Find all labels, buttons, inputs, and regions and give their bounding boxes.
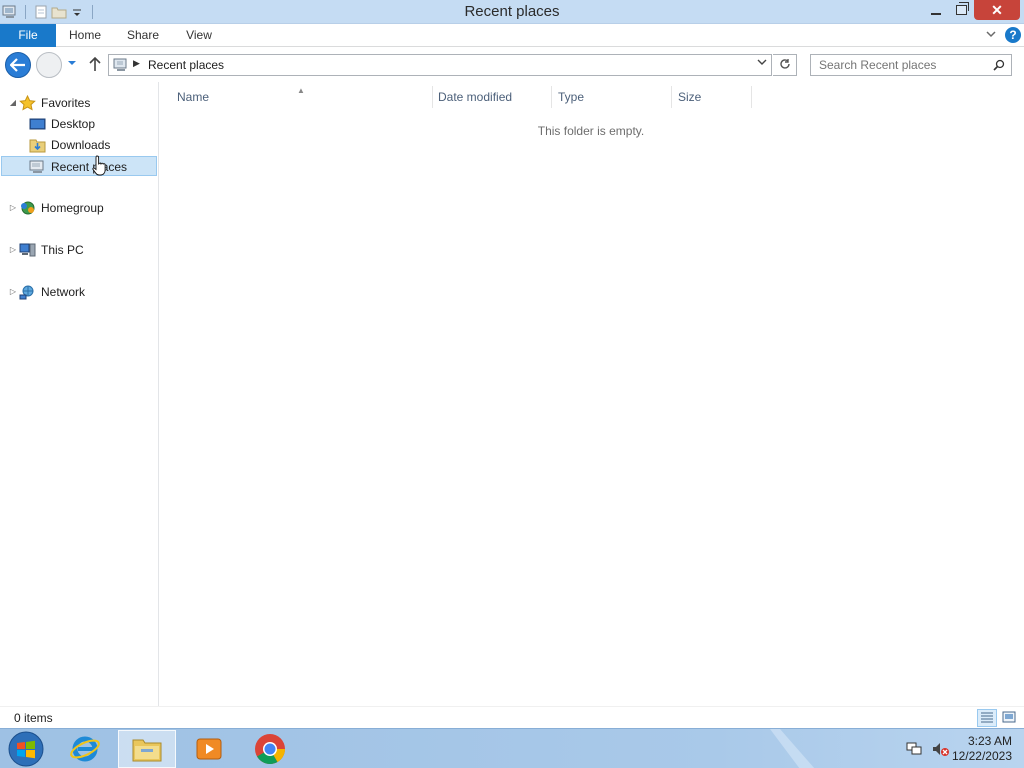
sort-ascending-icon: ▲ [297,86,305,95]
close-button[interactable]: ✕ [974,0,1020,20]
minimize-icon [931,12,941,15]
search-input[interactable] [811,55,989,75]
column-separator[interactable] [671,86,672,108]
expand-arrow-icon[interactable]: ▷ [8,198,18,218]
tree-item-downloads[interactable]: Downloads [28,135,148,155]
column-header-size[interactable]: Size [678,88,750,106]
network-tray-icon[interactable] [906,741,922,760]
tree-item-favorites[interactable]: ◢ Favorites [8,93,148,113]
column-separator[interactable] [432,86,433,108]
system-tray: 3:23 AM 12/22/2023 [902,729,1022,768]
tree-item-label: Desktop [51,117,96,131]
empty-folder-message: This folder is empty. [537,124,645,138]
help-icon[interactable]: ? [1005,27,1021,43]
clock[interactable]: 3:23 AM 12/22/2023 [952,734,1012,764]
restore-button[interactable] [949,0,973,20]
taskbar-file-explorer[interactable] [118,730,176,768]
taskbar-internet-explorer[interactable] [56,730,114,768]
column-header-type[interactable]: Type [558,88,670,106]
taskbar-glare [770,729,815,768]
windows-start-icon [8,731,44,767]
homegroup-icon [19,200,36,216]
tree-item-label: This PC [41,243,84,257]
downloads-icon [29,137,46,153]
tree-item-recent-places[interactable]: Recent places [1,156,157,176]
breadcrumb-chevron-icon[interactable]: ▶ [133,58,140,69]
large-icons-view-icon[interactable] [1000,709,1020,727]
window-title: Recent places [464,3,560,20]
recent-places-icon [29,159,46,175]
expand-arrow-icon[interactable]: ▷ [8,282,18,302]
tree-item-label: Homegroup [41,201,104,215]
title-bar: Recent places ✕ [0,0,1024,24]
tree-item-homegroup[interactable]: ▷ Homegroup [8,198,148,218]
column-separator[interactable] [751,86,752,108]
search-box[interactable] [810,54,1012,76]
clock-time: 3:23 AM [967,734,1012,748]
refresh-button[interactable] [773,54,797,76]
column-header-date-modified[interactable]: Date modified [438,88,550,106]
tree-item-this-pc[interactable]: ▷ This PC [8,240,148,260]
back-button[interactable] [5,52,31,78]
tree-item-label: Recent places [51,160,128,174]
start-button[interactable] [4,730,48,768]
address-bar[interactable]: ▶ Recent places [108,54,772,76]
internet-explorer-icon [70,736,100,762]
navigation-pane: ◢ Favorites Desktop Downloads Recent pla… [0,82,159,706]
refresh-icon [779,59,790,69]
tab-view[interactable]: View [180,24,218,47]
recent-locations-dropdown[interactable] [66,59,78,71]
close-icon: ✕ [991,1,1003,18]
navigation-bar: ▶ Recent places [0,47,1024,82]
tab-share[interactable]: Share [122,24,164,47]
item-count: 0 items [14,711,53,725]
recent-places-icon [113,58,129,72]
expand-arrow-icon[interactable]: ▷ [8,240,18,260]
column-header-name[interactable]: Name ▲ [177,86,432,106]
taskbar-media-player[interactable] [180,730,238,768]
taskbar: 3:23 AM 12/22/2023 [0,728,1024,768]
ribbon-tabs: File Home Share View ? [0,24,1024,47]
hand-cursor-icon [92,155,106,176]
restore-icon [955,2,969,15]
tab-file[interactable]: File [0,24,56,47]
up-button[interactable] [87,56,103,74]
file-list[interactable]: Name ▲ Date modified Type Size This fold… [160,82,1024,706]
chevron-down-icon[interactable] [984,28,998,42]
desktop-icon [29,116,46,132]
tree-item-desktop[interactable]: Desktop [28,114,148,134]
collapse-arrow-icon[interactable]: ◢ [8,93,18,113]
taskbar-chrome[interactable] [241,730,299,768]
clock-date: 12/22/2023 [951,749,1012,763]
this-pc-icon [19,242,36,258]
forward-button[interactable] [36,52,62,78]
tab-home[interactable]: Home [64,24,106,47]
tree-item-network[interactable]: ▷ Network [8,282,148,302]
tree-item-label: Downloads [51,138,111,152]
network-icon [19,284,36,300]
back-arrow-icon [10,58,25,72]
up-arrow-icon [89,56,101,71]
details-view-icon[interactable] [977,709,997,727]
tree-item-label: Network [41,285,86,299]
file-explorer-icon [132,739,162,762]
star-icon [19,94,36,111]
chrome-icon [255,734,285,764]
volume-muted-icon[interactable] [932,741,950,760]
address-dropdown-icon[interactable] [755,58,769,69]
column-header-label: Name [177,90,210,104]
tree-item-label: Favorites [41,96,91,110]
breadcrumb[interactable]: Recent places [148,58,224,72]
search-icon[interactable] [993,59,1005,71]
media-player-icon [196,738,222,760]
minimize-button[interactable] [924,0,948,20]
column-separator[interactable] [551,86,552,108]
status-bar: 0 items [0,706,1024,728]
